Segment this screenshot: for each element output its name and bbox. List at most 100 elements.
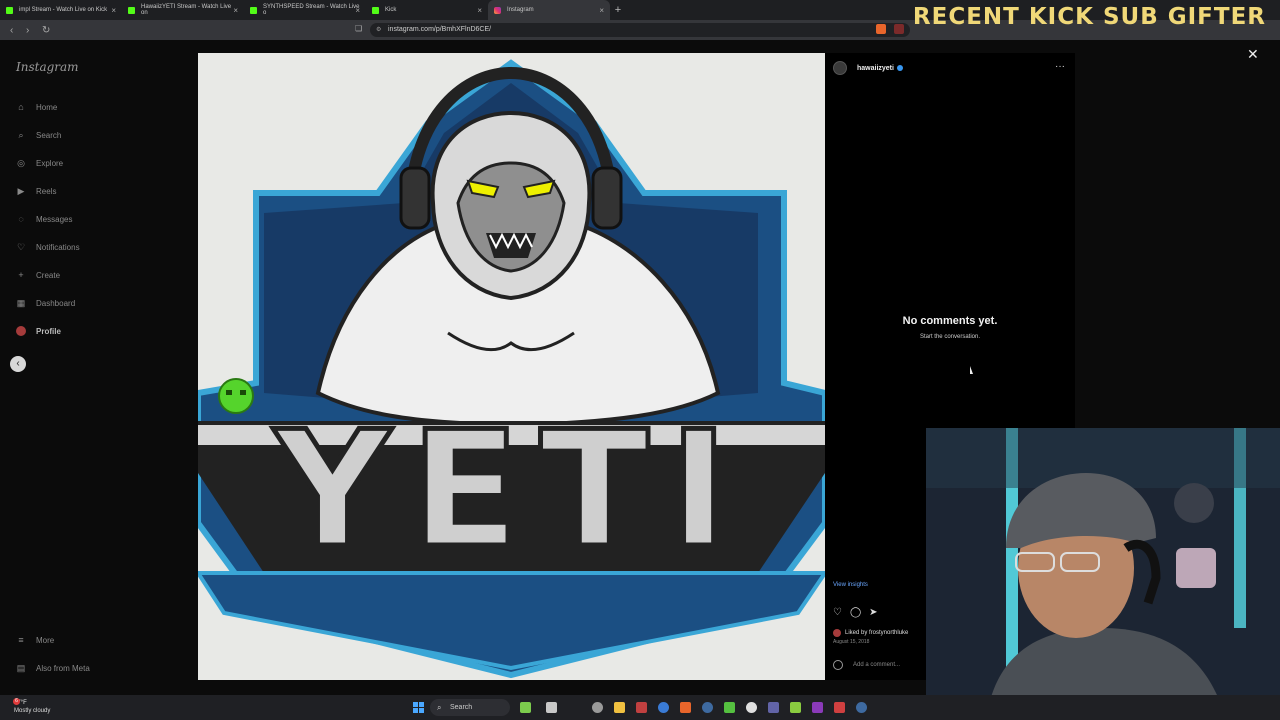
sidebar-item-messages[interactable]: ◌ Messages [16, 212, 72, 226]
url-field[interactable]: ⚙ instagram.com/p/BmhXFlnD6CE/ [370, 23, 910, 37]
sidebar-item-meta[interactable]: ▤ Also from Meta [16, 661, 90, 675]
close-icon[interactable]: × [233, 6, 238, 15]
app-icon[interactable] [658, 702, 669, 713]
windows-start-icon[interactable] [413, 702, 424, 713]
instagram-logo[interactable]: Instagram [16, 60, 79, 74]
start-conversation-text: Start the conversation. [919, 334, 981, 340]
post-header: hawaiizyeti ··· [825, 53, 1075, 83]
close-icon[interactable]: × [599, 6, 604, 15]
messenger-icon: ◌ [18, 214, 24, 224]
brave-shields-icon[interactable] [876, 24, 886, 34]
avatar[interactable] [833, 61, 847, 75]
steam-icon[interactable] [856, 702, 867, 713]
sidebar-item-label: More [36, 635, 55, 645]
sidebar-item-label: Also from Meta [36, 663, 90, 673]
app-icon[interactable] [812, 702, 823, 713]
search-icon: ⌕ [18, 130, 24, 140]
rewards-icon[interactable] [894, 24, 904, 34]
sidebar-item-notifications[interactable]: ♡ Notifications [16, 240, 80, 254]
sidebar-item-label: Home [36, 102, 58, 112]
menu-icon: ≡ [18, 635, 24, 645]
sidebar-item-label: Reels [36, 186, 57, 196]
app-icon[interactable] [520, 702, 531, 713]
app-icon[interactable] [546, 702, 557, 713]
sidebar-item-label: Notifications [36, 242, 80, 252]
liked-by-text: Liked by frostynorthluke [845, 630, 909, 636]
reload-icon[interactable]: ↻ [42, 25, 56, 36]
sidebar-item-reels[interactable]: ▶ Reels [16, 184, 57, 198]
sidebar-item-home[interactable]: ⌂ Home [16, 100, 57, 114]
post-username[interactable]: hawaiizyeti [857, 65, 894, 72]
stream-overlay-title: RECENT KICK SUB GIFTER [912, 4, 1266, 30]
steam-icon[interactable] [702, 702, 713, 713]
previous-post-button[interactable]: ‹ [10, 356, 26, 372]
browser-tab[interactable]: impl Stream - Watch Live on Kick × [0, 0, 122, 20]
weather-desc: Mostly cloudy [14, 708, 51, 714]
forward-icon[interactable]: › [26, 25, 40, 36]
close-icon[interactable]: × [355, 6, 360, 15]
teams-icon[interactable] [768, 702, 779, 713]
post-actions: ♡ ◯ ➤ [833, 607, 878, 618]
avatar [16, 326, 26, 336]
sidebar-item-label: Create [36, 270, 61, 280]
search-icon: ⌕ [437, 703, 442, 712]
liked-by[interactable]: Liked by frostynorthluke [833, 629, 908, 637]
sidebar-item-label: Dashboard [36, 298, 76, 308]
app-icon[interactable] [724, 702, 735, 713]
browser-tab[interactable]: Kick × [366, 0, 488, 20]
home-icon: ⌂ [18, 102, 24, 112]
emoji-icon[interactable] [833, 660, 843, 670]
mouse-cursor-icon [970, 366, 973, 374]
post-date: August 15, 2018 [833, 639, 870, 645]
plus-icon: + [18, 270, 24, 280]
avatar [833, 629, 841, 637]
weather-widget[interactable]: 6 77°F Mostly cloudy [13, 698, 51, 715]
browser-tab-active[interactable]: Instagram × [488, 0, 610, 20]
new-tab-button[interactable]: + [610, 4, 626, 16]
sidebar-item-more[interactable]: ≡ More [16, 633, 54, 647]
taskbar-search[interactable]: ⌕ Search [430, 699, 510, 716]
add-comment-field[interactable]: Add a comment... [833, 660, 900, 670]
heart-icon: ♡ [16, 242, 26, 252]
sidebar-item-explore[interactable]: ◎ Explore [16, 156, 63, 170]
tab-title: Instagram [507, 7, 534, 13]
view-insights-link[interactable]: View insights [833, 582, 868, 588]
kick-icon [250, 6, 257, 14]
url-text: instagram.com/p/BmhXFlnD6CE/ [388, 26, 492, 33]
like-heart-icon[interactable]: ♡ [833, 607, 842, 618]
windows-taskbar: 6 77°F Mostly cloudy ⌕ Search [0, 695, 1280, 720]
dashboard-icon: ▦ [16, 298, 26, 308]
browser-tab[interactable]: HawaiizYETI Stream - Watch Live on × [122, 0, 244, 20]
back-icon[interactable]: ‹ [10, 25, 24, 36]
app-icon[interactable] [790, 702, 801, 713]
sidebar-item-search[interactable]: ⌕ Search [16, 128, 61, 142]
streamer-webcam-image [926, 428, 1280, 720]
app-icon[interactable] [636, 702, 647, 713]
sidebar-item-create[interactable]: + Create [16, 268, 60, 282]
comment-icon[interactable]: ◯ [850, 607, 861, 618]
close-icon[interactable]: × [477, 6, 482, 15]
folder-icon[interactable] [614, 702, 625, 713]
kick-icon [372, 6, 379, 14]
post-image[interactable]: YETI [198, 53, 825, 680]
sidebar-item-profile[interactable]: Profile [16, 324, 61, 338]
kick-icon [128, 6, 135, 14]
add-comment-placeholder: Add a comment... [853, 662, 901, 668]
app-icon[interactable] [592, 702, 603, 713]
brave-icon[interactable] [680, 702, 691, 713]
kick-icon [6, 6, 13, 14]
browser-tab[interactable]: SYNTHSPEED Stream - Watch Live o × [244, 0, 366, 20]
app-icon[interactable] [746, 702, 757, 713]
share-icon[interactable]: ➤ [869, 607, 877, 618]
bookmark-icon[interactable]: ❏ [355, 24, 362, 33]
app-icon[interactable] [834, 702, 845, 713]
close-icon[interactable]: ✕ [1247, 46, 1259, 63]
close-icon[interactable]: × [111, 6, 116, 15]
compass-icon: ◎ [17, 158, 25, 168]
notification-badge: 6 [13, 698, 20, 705]
tab-title: SYNTHSPEED Stream - Watch Live o [263, 4, 360, 16]
sidebar-item-label: Messages [36, 214, 73, 224]
sidebar-item-dashboard[interactable]: ▦ Dashboard [16, 296, 75, 310]
more-options-icon[interactable]: ··· [1055, 61, 1065, 72]
site-info-icon[interactable]: ⚙ [376, 23, 381, 37]
